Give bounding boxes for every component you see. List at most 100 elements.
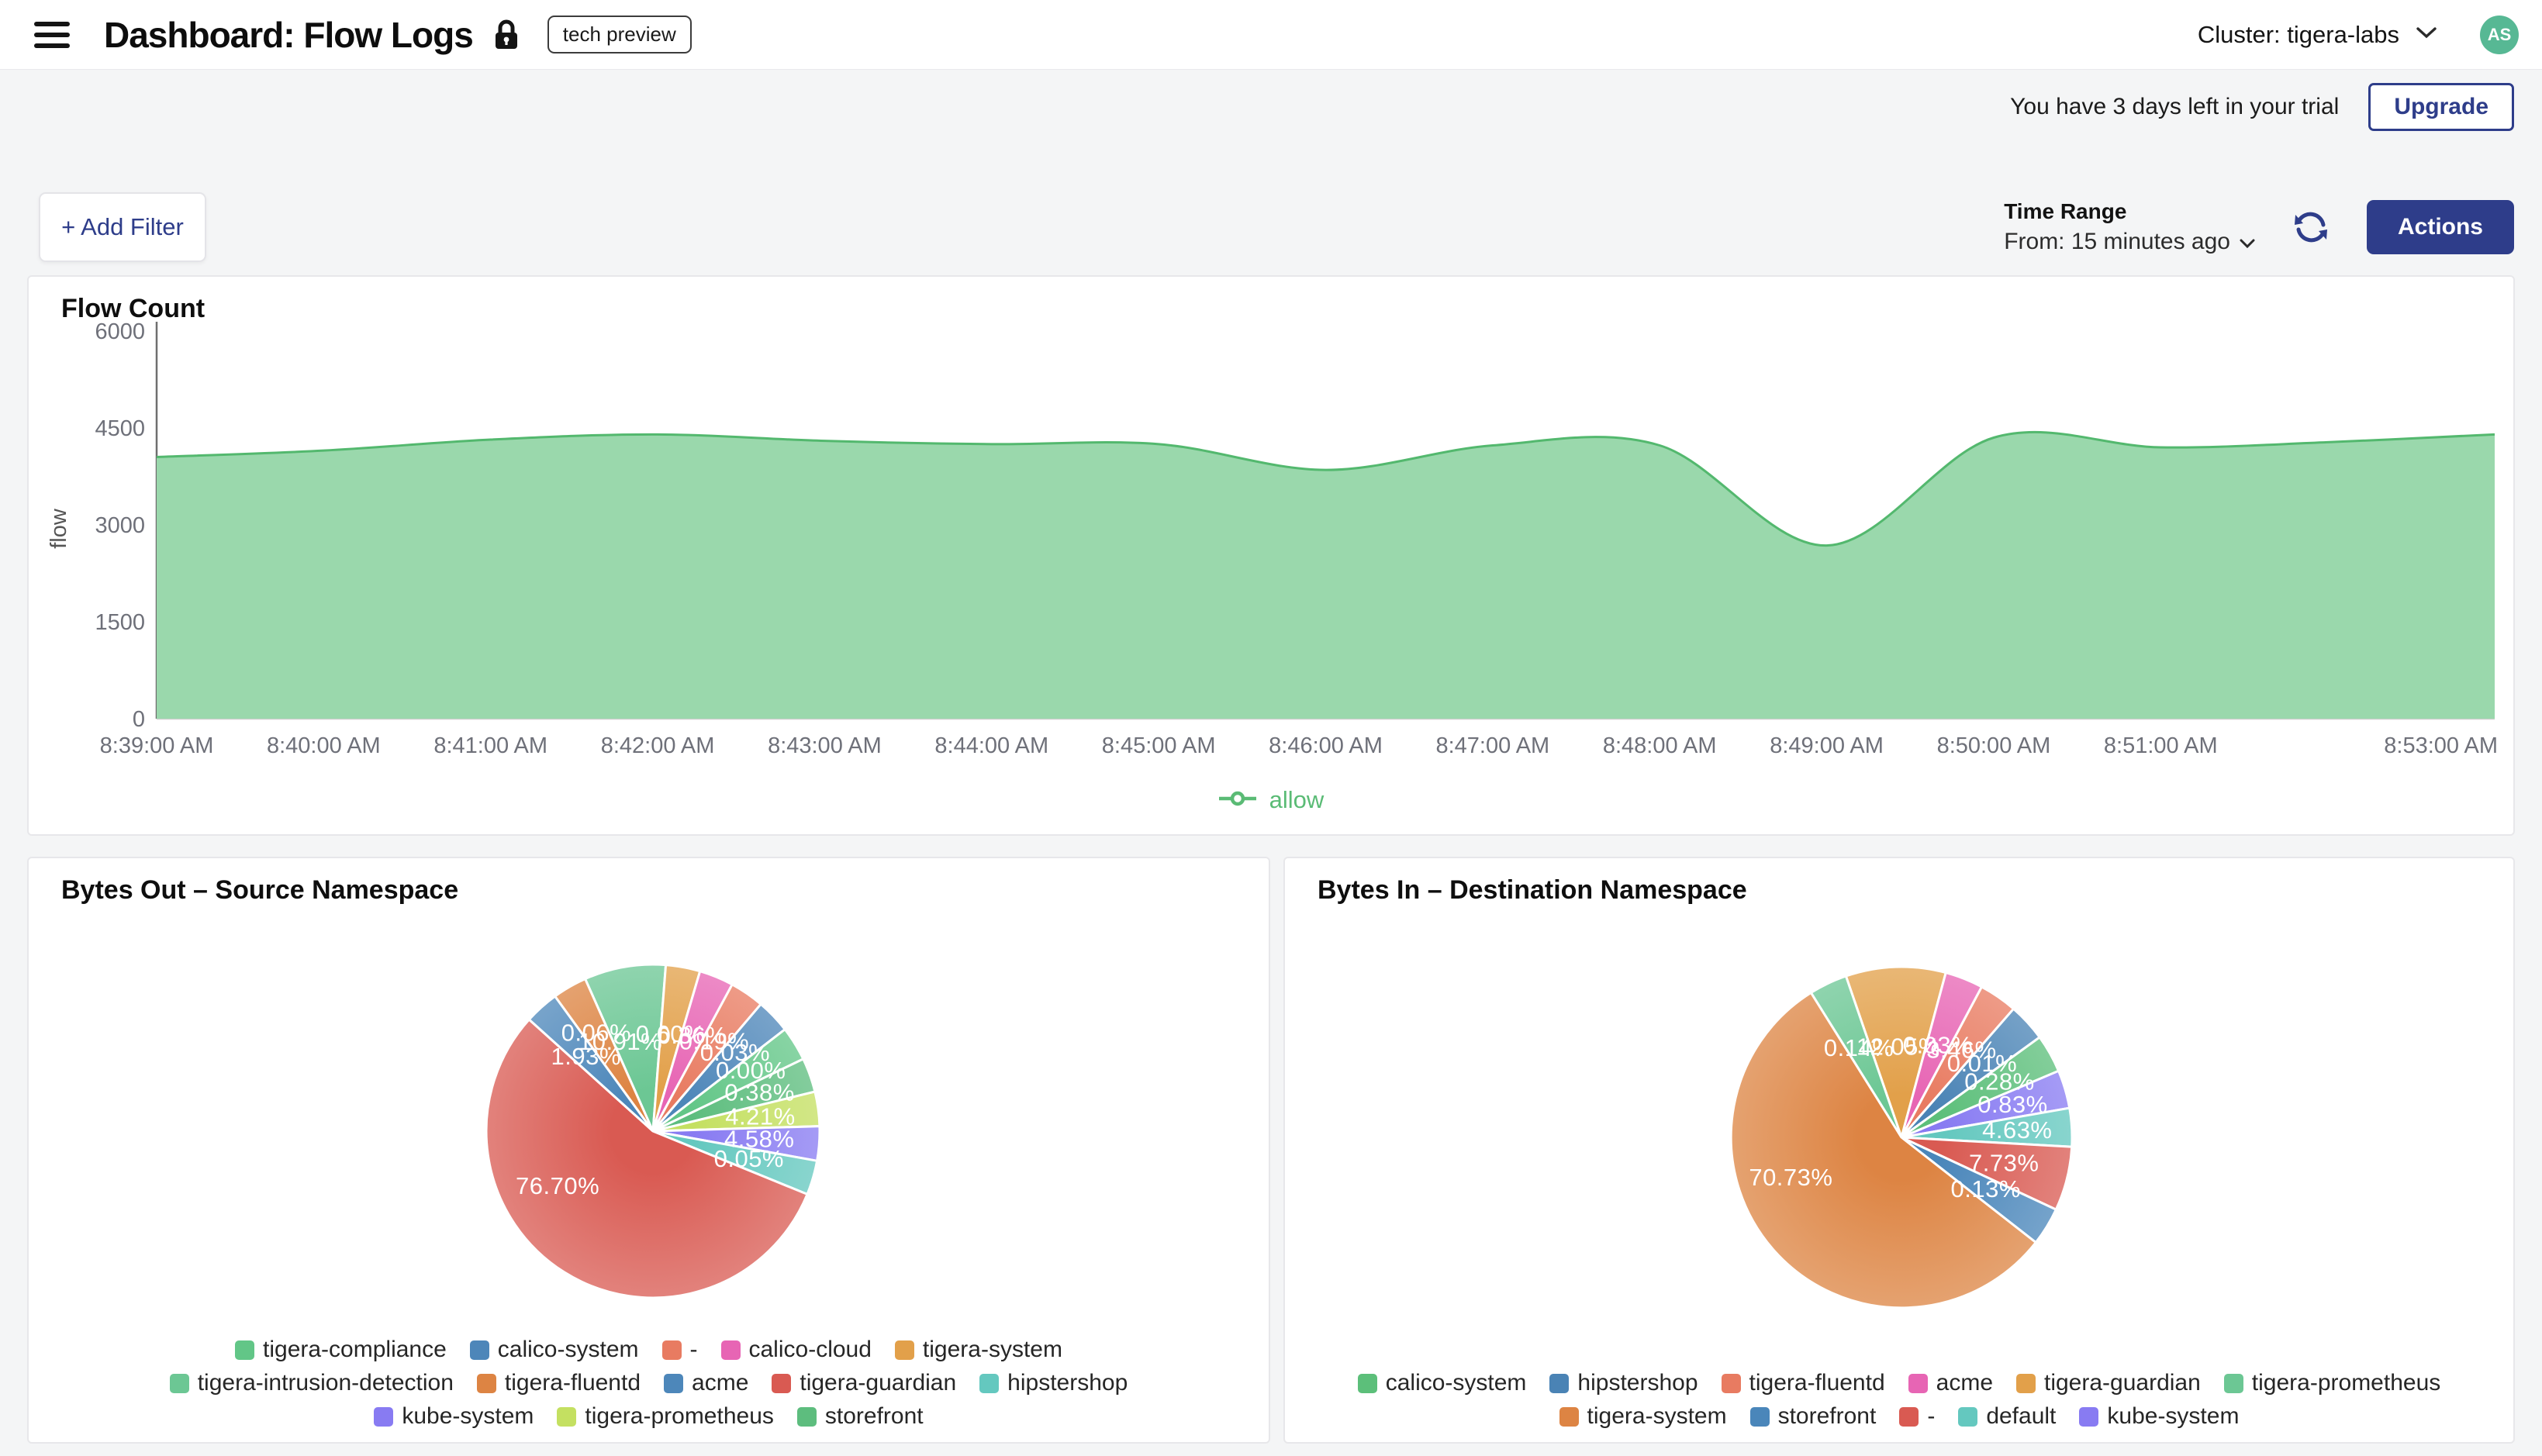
legend-label: tigera-intrusion-detection [198,1370,454,1396]
legend-item-tigera-prometheus[interactable]: tigera-prometheus [2224,1370,2440,1396]
lock-icon [493,19,520,51]
legend-item-tigera-compliance[interactable]: tigera-compliance [235,1337,447,1363]
svg-text:0: 0 [133,707,145,732]
flow-area-chart[interactable]: 01500300045006000flow8:39:00 AM8:40:00 A… [29,277,2513,834]
bytes-out-title: Bytes Out – Source Namespace [61,875,458,906]
legend-chip-icon [662,1340,682,1360]
legend-item--[interactable]: - [1899,1403,1935,1430]
legend-item--[interactable]: - [662,1337,698,1363]
legend-item-tigera-system[interactable]: tigera-system [1559,1403,1727,1430]
legend-label: hipstershop [1007,1370,1128,1396]
flow-chart-title: Flow Count [61,294,205,324]
cluster-selector[interactable]: Cluster: tigera-labs [2198,21,2437,49]
menu-icon[interactable] [34,22,70,48]
svg-text:0.13%: 0.13% [1950,1175,2020,1202]
legend-chip-icon [1722,1374,1741,1393]
legend-label: tigera-prometheus [2252,1370,2440,1396]
legend-item-hipstershop[interactable]: hipstershop [1549,1370,1698,1396]
legend-label: hipstershop [1577,1370,1698,1396]
legend-item-tigera-prometheus[interactable]: tigera-prometheus [557,1403,773,1430]
legend-item-tigera-guardian[interactable]: tigera-guardian [2016,1370,2201,1396]
legend-label: calico-system [1386,1370,1527,1396]
legend-label: calico-cloud [749,1337,872,1363]
legend-label: tigera-fluentd [505,1370,641,1396]
legend-item-tigera-intrusion-detection[interactable]: tigera-intrusion-detection [170,1370,454,1396]
svg-text:0.05%: 0.05% [714,1145,784,1172]
svg-text:8:39:00 AM: 8:39:00 AM [100,733,214,758]
legend-item-acme[interactable]: acme [664,1370,748,1396]
bytes-in-card: Bytes In – Destination Namespace 12.05%0… [1283,857,2515,1444]
legend-item-storefront[interactable]: storefront [797,1403,924,1430]
chevron-down-icon [2416,26,2437,43]
svg-text:7.73%: 7.73% [1969,1150,2039,1177]
svg-text:8:43:00 AM: 8:43:00 AM [768,733,882,758]
svg-text:8:42:00 AM: 8:42:00 AM [601,733,715,758]
legend-label: tigera-compliance [263,1337,447,1363]
legend-label: - [690,1337,698,1363]
legend-label: tigera-prometheus [585,1403,773,1430]
upgrade-button[interactable]: Upgrade [2368,83,2514,131]
legend-item-tigera-fluentd[interactable]: tigera-fluentd [477,1370,641,1396]
legend-item-default[interactable]: default [1958,1403,2056,1430]
legend-label: storefront [825,1403,924,1430]
actions-button[interactable]: Actions [2367,200,2514,254]
legend-chip-icon [797,1407,817,1427]
svg-text:8:51:00 AM: 8:51:00 AM [2104,733,2218,758]
bytes-in-pie-chart[interactable]: 12.05%0.03%3.46%0.01%0.28%0.83%4.63%7.73… [1285,913,2513,1331]
legend-row: tigera-compliance calico-system - calico-cl… [235,1337,1062,1363]
legend-item-tigera-guardian[interactable]: tigera-guardian [772,1370,956,1396]
svg-text:0.06%: 0.06% [561,1019,631,1046]
legend-label: default [1986,1403,2056,1430]
svg-text:4.63%: 4.63% [1982,1116,2052,1144]
flow-legend-item-allow[interactable]: allow [29,786,2513,814]
legend-chip-icon [374,1407,393,1427]
legend-chip-icon [170,1374,189,1393]
add-filter-button[interactable]: + Add Filter [39,192,206,262]
legend-item-acme[interactable]: acme [1908,1370,1993,1396]
legend-item-calico-cloud[interactable]: calico-cloud [721,1337,872,1363]
avatar[interactable]: AS [2480,16,2519,54]
legend-row: calico-system hipstershop tigera-fluentd ac… [1358,1370,2441,1396]
bytes-in-legend: calico-system hipstershop tigera-fluentd ac… [1285,1370,2513,1430]
legend-chip-icon [557,1407,576,1427]
legend-item-tigera-fluentd[interactable]: tigera-fluentd [1722,1370,1885,1396]
legend-item-storefront[interactable]: storefront [1750,1403,1877,1430]
legend-chip-icon [664,1374,683,1393]
legend-chip-icon [979,1374,999,1393]
tech-preview-badge: tech preview [547,16,692,53]
legend-chip-icon [2079,1407,2098,1427]
time-range-value: From: 15 minutes ago [2004,229,2230,255]
svg-text:3000: 3000 [95,513,145,538]
legend-chip-icon [1549,1374,1569,1393]
svg-text:8:46:00 AM: 8:46:00 AM [1269,733,1383,758]
svg-text:76.70%: 76.70% [516,1172,599,1199]
bytes-out-pie-chart[interactable]: 10.91%0.60%0.36%0.19%0.03%0.00%0.38%4.21… [29,913,1269,1331]
legend-chip-icon [895,1340,914,1360]
legend-label: tigera-system [923,1337,1062,1363]
time-range-selector[interactable]: Time Range From: 15 minutes ago [2004,199,2255,255]
legend-item-tigera-system[interactable]: tigera-system [895,1337,1062,1363]
legend-row: tigera-intrusion-detection tigera-fluentd… [170,1370,1128,1396]
legend-chip-icon [1899,1407,1919,1427]
svg-text:8:41:00 AM: 8:41:00 AM [433,733,547,758]
legend-item-calico-system[interactable]: calico-system [1358,1370,1527,1396]
pie-cards-row: Bytes Out – Source Namespace 10.91%0.60%… [27,857,2515,1444]
legend-item-kube-system[interactable]: kube-system [374,1403,534,1430]
refresh-icon[interactable] [2291,207,2331,247]
bytes-out-card: Bytes Out – Source Namespace 10.91%0.60%… [27,857,1270,1444]
svg-text:4500: 4500 [95,416,145,441]
legend-label: tigera-guardian [2044,1370,2201,1396]
svg-text:8:40:00 AM: 8:40:00 AM [267,733,381,758]
svg-text:0.14%: 0.14% [1824,1034,1894,1061]
legend-label: acme [692,1370,748,1396]
legend-item-kube-system[interactable]: kube-system [2079,1403,2239,1430]
legend-chip-icon [2016,1374,2036,1393]
legend-chip-icon [1358,1374,1377,1393]
trial-message: You have 3 days left in your trial [2010,94,2339,120]
legend-chip-icon [1559,1407,1579,1427]
bytes-in-title: Bytes In – Destination Namespace [1318,875,1747,906]
legend-item-hipstershop[interactable]: hipstershop [979,1370,1128,1396]
legend-item-calico-system[interactable]: calico-system [470,1337,639,1363]
legend-label: calico-system [498,1337,639,1363]
legend-label: storefront [1778,1403,1877,1430]
